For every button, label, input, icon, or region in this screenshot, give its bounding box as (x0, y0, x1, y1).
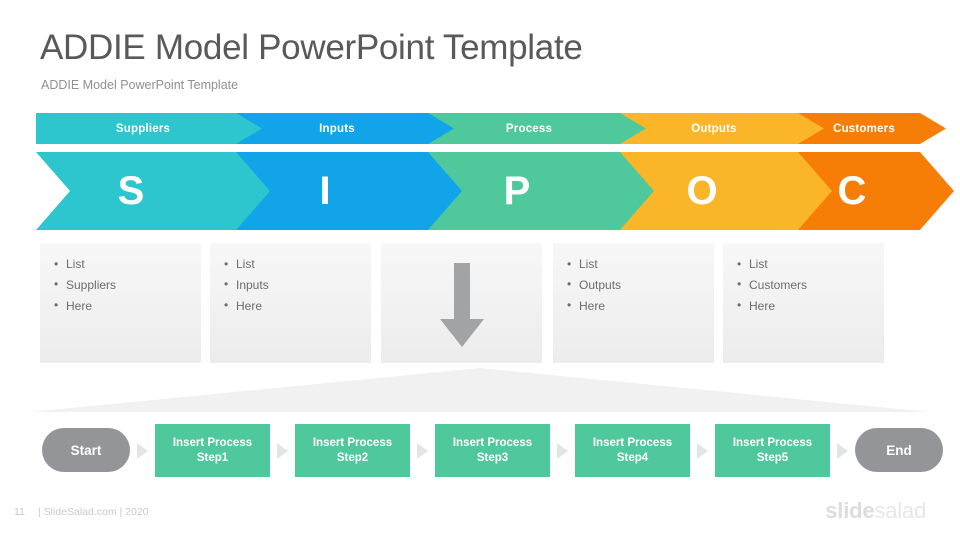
process-step-5-text: Insert Process Step5 (732, 437, 813, 464)
slidesalad-logo: slidesalad (825, 498, 926, 524)
content-box-customers[interactable]: List Customers Here (723, 243, 884, 363)
list-item: List (54, 254, 201, 275)
content-box-process[interactable] (381, 243, 542, 363)
bullet-list-inputs: List Inputs Here (224, 254, 371, 316)
bullet-list-customers: List Customers Here (737, 254, 884, 316)
content-box-suppliers[interactable]: List Suppliers Here (40, 243, 201, 363)
list-item: List (567, 254, 714, 275)
sipoc-banner-row: Suppliers Inputs Process Outputs Custome… (36, 113, 920, 144)
chevron-letter-c: C (837, 169, 867, 213)
process-step-2[interactable]: Insert Process Step2 (295, 424, 410, 477)
step-separator-arrow-1 (137, 443, 148, 459)
process-step-4-text: Insert Process Step4 (592, 437, 673, 464)
sipoc-chevron-row: S I P O C (36, 152, 920, 230)
page-number: 11 (14, 506, 25, 518)
content-box-inputs[interactable]: List Inputs Here (210, 243, 371, 363)
process-steps-row: Start Insert Process Step1 Insert Process… (36, 424, 943, 477)
process-step-5[interactable]: Insert Process Step5 (715, 424, 830, 477)
list-item: Suppliers (54, 274, 201, 296)
process-step-3-text: Insert Process Step3 (452, 437, 533, 464)
chevron-suppliers[interactable]: S (36, 152, 270, 230)
process-step-1-text: Insert Process Step1 (172, 437, 253, 464)
end-pill[interactable]: End (855, 428, 943, 472)
chevron-letter-i: I (319, 169, 331, 213)
down-arrow-head (439, 319, 484, 347)
down-arrow-shaft (453, 263, 470, 321)
bullet-list-outputs: List Outputs Here (567, 254, 714, 316)
banner-label-process: Process (505, 122, 553, 135)
step-separator-arrow-5 (697, 443, 708, 459)
logo-text-salad: salad (874, 498, 926, 523)
banner-label-suppliers: Suppliers (115, 122, 171, 135)
chevron-letter-p: P (503, 169, 531, 213)
bullet-list-suppliers: List Suppliers Here (54, 254, 201, 316)
process-step-3[interactable]: Insert Process Step3 (435, 424, 550, 477)
footer-credit: | SlideSalad.com | 2020 (38, 506, 149, 518)
banner-arrow-process[interactable]: Process (424, 113, 646, 144)
banner-arrow-outputs[interactable]: Outputs (616, 113, 824, 144)
step-separator-arrow-4 (557, 443, 568, 459)
banner-label-outputs: Outputs (691, 122, 737, 135)
content-box-outputs[interactable]: List Outputs Here (553, 243, 714, 363)
down-arrow-icon (439, 263, 484, 347)
list-item: Customers (737, 274, 884, 296)
process-step-2-text: Insert Process Step2 (312, 437, 393, 464)
list-item: Outputs (567, 274, 714, 296)
process-step-4[interactable]: Insert Process Step4 (575, 424, 690, 477)
banner-label-customers: Customers (833, 122, 895, 135)
step-separator-arrow-6 (837, 443, 848, 459)
start-pill[interactable]: Start (42, 428, 130, 472)
chevron-letter-s: S (117, 169, 145, 213)
list-item: Here (54, 295, 201, 317)
list-item: Here (567, 295, 714, 317)
chevron-letter-o: O (686, 169, 718, 213)
banner-arrow-suppliers[interactable]: Suppliers (36, 113, 262, 144)
page-title: ADDIE Model PowerPoint Template (40, 28, 583, 67)
logo-text-slide: slide (825, 498, 875, 523)
step-separator-arrow-2 (277, 443, 288, 459)
list-item: Here (737, 295, 884, 317)
list-item: List (737, 254, 884, 275)
list-item: List (224, 254, 371, 275)
sipoc-content-boxes: List Suppliers Here List Inputs Here Lis… (40, 243, 884, 363)
list-item: Inputs (224, 274, 371, 296)
banner-arrow-inputs[interactable]: Inputs (232, 113, 454, 144)
page-subtitle: ADDIE Model PowerPoint Template (41, 78, 239, 92)
process-step-1[interactable]: Insert Process Step1 (155, 424, 270, 477)
funnel-connector (30, 368, 930, 412)
list-item: Here (224, 295, 371, 317)
banner-label-inputs: Inputs (319, 122, 355, 135)
step-separator-arrow-3 (417, 443, 428, 459)
